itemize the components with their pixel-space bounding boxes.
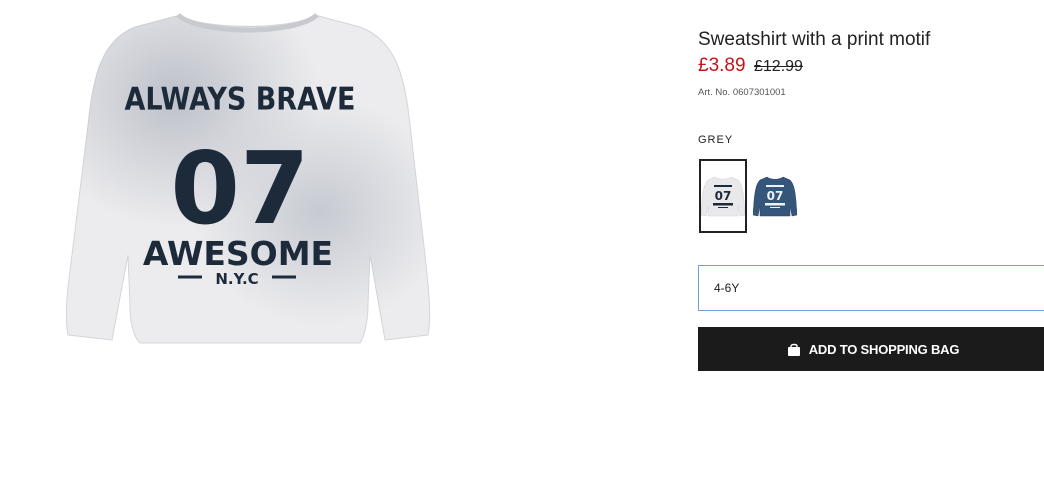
print-line-4: N.Y.C — [215, 270, 258, 288]
print-line-3: AWESOME — [143, 234, 333, 273]
sweatshirt-blue-icon: 07 — [753, 176, 797, 217]
swatch-blue[interactable]: 07 — [751, 159, 799, 233]
sweatshirt-grey-icon: 07 — [701, 176, 745, 217]
original-price: £12.99 — [754, 58, 803, 75]
sweatshirt-icon: ALWAYS BRAVE 07 AWESOME N.Y.C — [65, 12, 431, 344]
print-line-1: ALWAYS BRAVE — [125, 81, 356, 117]
svg-text:07: 07 — [767, 189, 784, 203]
price-row: £3.89 £12.99 — [698, 55, 803, 77]
product-title: Sweatshirt with a print motif — [698, 29, 931, 50]
print-line-2: 07 — [170, 130, 309, 247]
color-label: GREY — [698, 134, 734, 146]
shopping-bag-icon — [787, 343, 801, 356]
article-number: Art. No. 0607301001 — [698, 87, 786, 98]
add-to-bag-button[interactable]: ADD TO SHOPPING BAG — [698, 327, 1044, 371]
add-to-bag-label: ADD TO SHOPPING BAG — [808, 341, 960, 357]
product-image[interactable]: ALWAYS BRAVE 07 AWESOME N.Y.C — [60, 5, 435, 350]
svg-text:07: 07 — [715, 189, 732, 203]
sale-price: £3.89 — [698, 55, 746, 76]
size-select[interactable]: 4-6Y — [698, 265, 1044, 311]
swatch-grey[interactable]: 07 — [699, 159, 747, 233]
